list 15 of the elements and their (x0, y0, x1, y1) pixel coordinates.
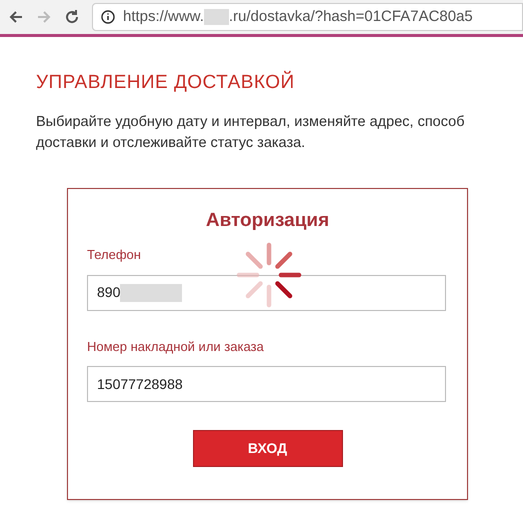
page-heading: УПРАВЛЕНИЕ ДОСТАВКОЙ (36, 70, 296, 95)
info-icon (101, 10, 115, 24)
url-text: https://www. (123, 6, 204, 27)
input-field[interactable]: 890 (87, 274, 446, 310)
url-text: .ru/dostavka/?hash=01CFA7AC80a5 (228, 6, 473, 27)
card-title: Авторизация (204, 208, 330, 232)
intro-text: Выбирайте удобную дату и интервал, изменяйте адрес, способ доставки и отслеживайте статус заказа. (36, 112, 466, 152)
back-icon[interactable] (8, 9, 24, 25)
field-label: Номер накладной или заказа (87, 338, 265, 356)
field-label: Телефон (87, 246, 142, 264)
login-button[interactable]: ВХОД (192, 430, 342, 467)
reload-icon[interactable] (64, 9, 80, 25)
address-bar[interactable]: https://www. .ru/dostavka/?hash=01CFA7AC80a5 (92, 3, 523, 31)
input-field[interactable]: 15077728988 (87, 366, 446, 402)
redacted-block (204, 9, 229, 25)
